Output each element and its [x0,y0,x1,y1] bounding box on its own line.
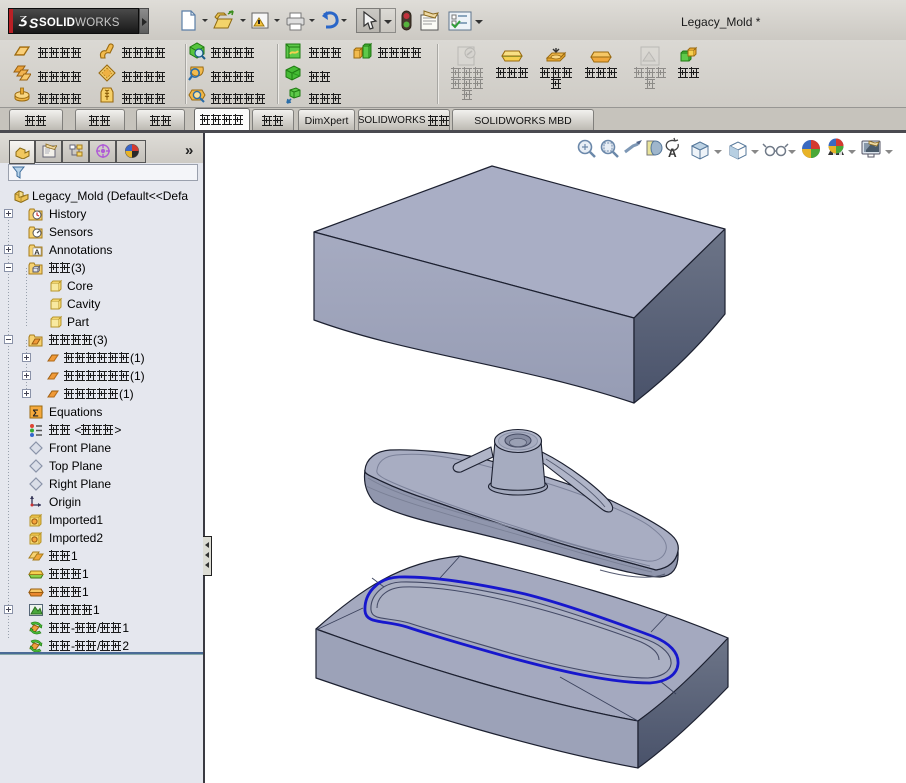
svg-text:A: A [668,146,677,160]
